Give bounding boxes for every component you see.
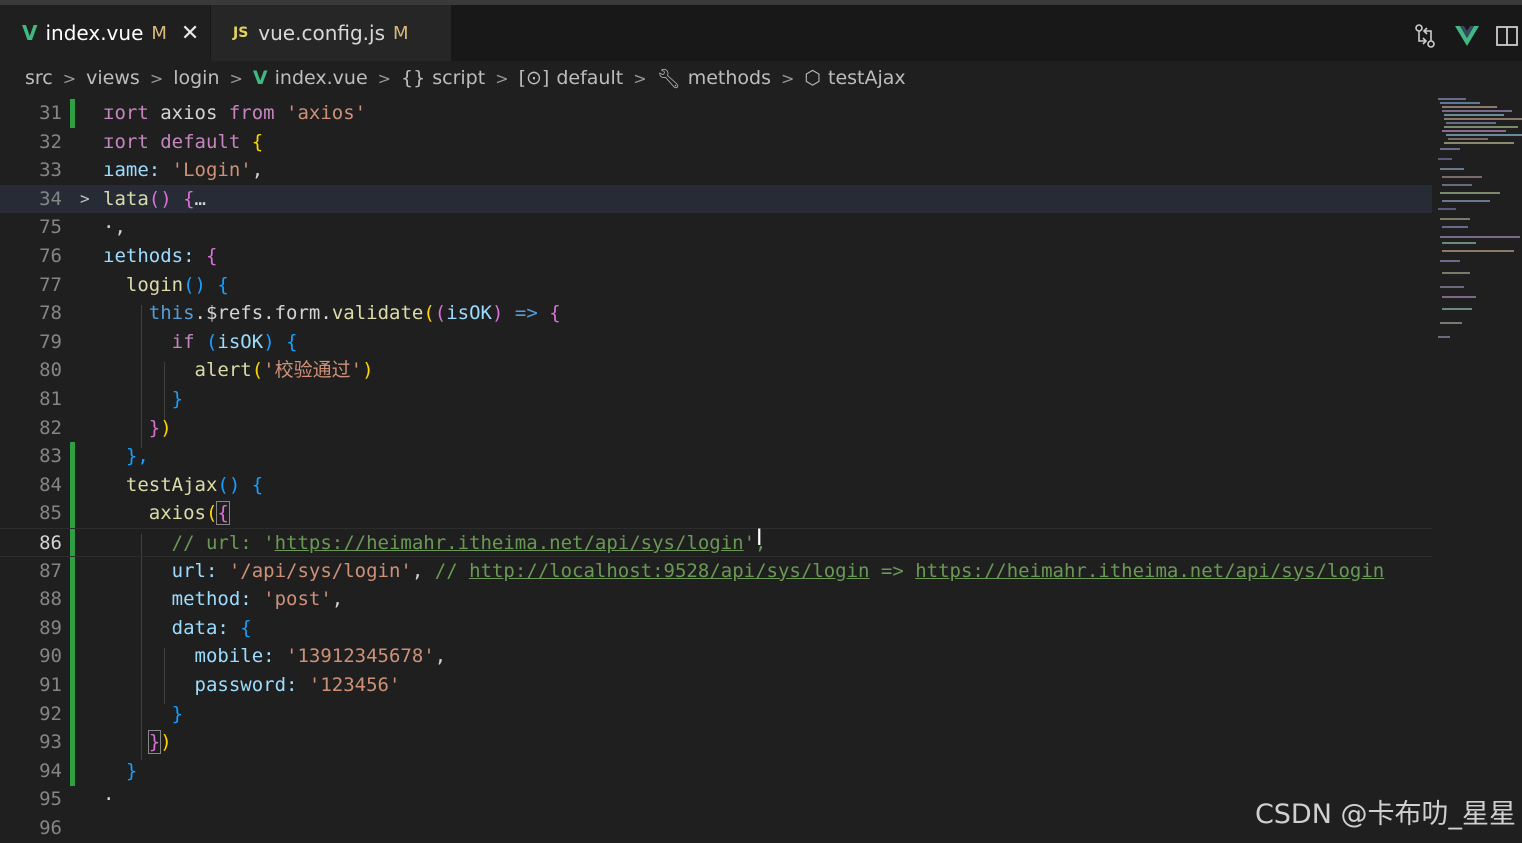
code-line: 77 login() { [39, 273, 229, 296]
code-line: 76 ıethods: { [39, 245, 218, 267]
code-line: 79 if (isOK) { [39, 330, 298, 353]
vue-file-icon: V [22, 21, 38, 45]
breadcrumb-item-views[interactable]: views [86, 67, 140, 89]
compare-changes-icon[interactable] [1412, 23, 1438, 49]
tab-vue-config-js[interactable]: JS vue.config.js M [211, 5, 451, 61]
link[interactable]: https://heimahr.itheima.net/api/sys/logi… [915, 560, 1384, 582]
breadcrumb-item-file[interactable]: index.vue [275, 67, 368, 89]
braces-icon: {} [401, 67, 426, 89]
code-line: 81 } [39, 388, 184, 410]
chevron-right-icon: > [781, 68, 795, 88]
breadcrumb-item-default[interactable]: default [556, 67, 623, 89]
breadcrumb: src > views > login > V index.vue > {} s… [0, 61, 1522, 95]
cube-method-icon: ⬡ [804, 67, 822, 89]
link[interactable]: http://localhost:9528/api/sys/login [469, 560, 869, 582]
modified-badge: M [151, 22, 167, 44]
close-icon[interactable]: ✕ [181, 21, 199, 46]
split-editor-icon[interactable] [1494, 23, 1520, 49]
breadcrumb-item-testajax[interactable]: testAjax [828, 67, 906, 89]
js-file-icon: JS [233, 25, 249, 41]
minimap[interactable] [1434, 96, 1522, 346]
code-line: 85 axios({ [39, 501, 230, 526]
code-line: 78 this.$refs.form.validate((isOK) => { [39, 302, 561, 325]
chevron-right-icon: > [377, 68, 392, 88]
code-line: 83 }, [0, 442, 1432, 787]
breadcrumb-item-script[interactable]: script [432, 67, 485, 89]
code-line: 84 testAjax() { [39, 473, 264, 496]
code-line: 92 } [39, 702, 184, 725]
chevron-right-icon: > [633, 68, 647, 88]
symbol-variable-icon: [⊙] [518, 67, 550, 89]
chevron-right-icon: > [495, 68, 509, 88]
git-added-marker [70, 99, 75, 128]
vue-file-icon: V [252, 67, 268, 89]
code-line: 96 [39, 817, 62, 839]
code-line: 91 password: '123456' [39, 674, 401, 696]
code-line-folded: 34 > lata() {… [0, 184, 1432, 214]
code-line: 90 mobile: '13912345678', [39, 645, 447, 668]
code-line: 32 ɪort default { [39, 130, 264, 153]
modified-badge: M [393, 22, 409, 44]
chevron-right-icon: > [149, 68, 164, 88]
chevron-right-icon[interactable]: > [80, 185, 90, 214]
breadcrumb-item-methods[interactable]: methods [688, 67, 771, 89]
code-line: 80 alert('校验通过') [39, 359, 374, 382]
breadcrumb-item-login[interactable]: login [173, 67, 219, 89]
watermark: CSDN @卡布叻_星星 [1254, 799, 1516, 830]
code-line: 33 ıame: 'Login', [39, 159, 264, 182]
code-line: 94 } [39, 759, 138, 782]
code-line: 93 }) [39, 730, 172, 755]
code-line: 82 }) [39, 416, 172, 439]
code-line: 75 ·, [39, 216, 126, 239]
code-line: 89 data: { [39, 616, 252, 639]
breadcrumb-item-src[interactable]: src [25, 67, 53, 89]
chevron-right-icon: > [229, 68, 243, 88]
text-cursor-icon: I [756, 526, 763, 551]
tab-label: vue.config.js [258, 21, 386, 45]
code-line: 95 · [39, 788, 115, 811]
wrench-icon: 🔧︎ [656, 67, 681, 90]
code-line-current: 86 // url: 'https://heimahr.itheima.net/… [0, 528, 1432, 557]
code-line: 88 method: 'post', [39, 588, 344, 611]
code-line: 31 ɪort axios from 'axios' [0, 99, 1432, 128]
tab-index-vue[interactable]: V index.vue M ✕ [0, 5, 210, 61]
vue-devtools-icon[interactable] [1454, 23, 1480, 49]
code-line: 87 url: '/api/sys/login', // http://loca… [39, 559, 1385, 582]
code-editor[interactable]: 31 ɪort axios from 'axios' 32 ɪort defau… [0, 99, 1522, 843]
tab-label: index.vue [45, 21, 144, 45]
chevron-right-icon: > [62, 68, 77, 88]
tab-bar: V index.vue M ✕ JS vue.config.js M [0, 5, 1522, 61]
